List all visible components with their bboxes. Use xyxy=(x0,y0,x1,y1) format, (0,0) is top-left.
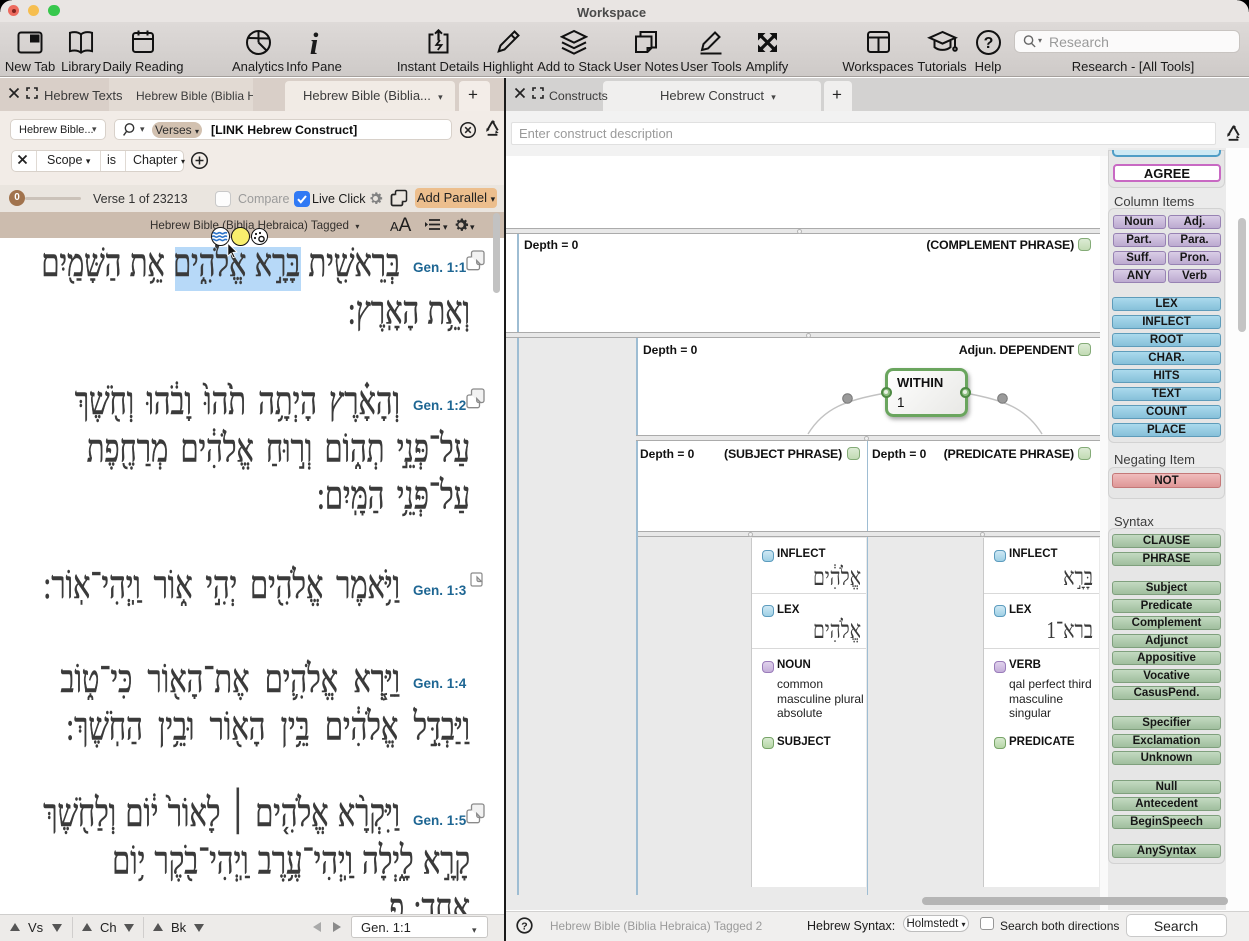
svg-text:?: ? xyxy=(521,920,527,932)
svg-text:?: ? xyxy=(983,35,993,52)
